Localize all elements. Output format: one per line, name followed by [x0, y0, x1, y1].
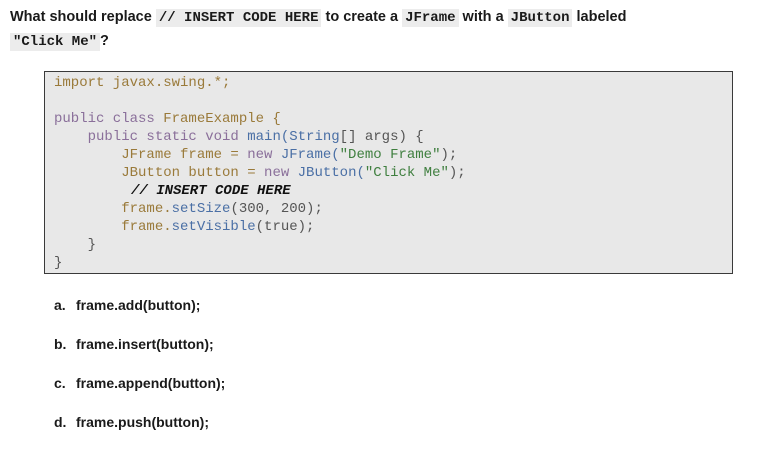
string-type: String: [289, 129, 340, 145]
code-line-5: JButton button = new JButton("Click Me")…: [54, 164, 466, 182]
option-text: frame.push(button);: [76, 414, 209, 430]
code-line-2: public class FrameExample {: [54, 110, 281, 128]
jbutton-decl: JButton button =: [54, 165, 265, 181]
jframe-constructor: JFrame(: [280, 147, 340, 163]
code-line-7: frame.setSize(300, 200);: [54, 200, 323, 218]
option-letter: c.: [54, 375, 66, 391]
option-letter: a.: [54, 297, 66, 313]
question-mid2: with a: [462, 9, 504, 25]
frame-ref: frame.: [54, 201, 172, 217]
code-chip-jbutton: JButton: [507, 9, 573, 27]
code-chip-jframe: JFrame: [402, 9, 459, 27]
code-line-6: // INSERT CODE HERE: [131, 182, 291, 200]
question-mid1: to create a: [325, 9, 399, 25]
statement-end: );: [448, 165, 466, 181]
class-close-brace: }: [54, 255, 63, 271]
import-statement: import javax.swing.*;: [54, 75, 231, 91]
code-line-10: }: [54, 254, 62, 272]
code-block: import javax.swing.*; public class Frame…: [44, 71, 733, 274]
method-modifiers: public static void: [54, 129, 248, 145]
option-text: frame.insert(button);: [76, 336, 214, 352]
setsize-args: (300, 200);: [230, 201, 323, 217]
option-text: frame.append(button);: [76, 375, 226, 391]
code-line-9: }: [54, 236, 96, 254]
setsize-method: setSize: [171, 201, 231, 217]
code-chip-insert: // INSERT CODE HERE: [155, 9, 322, 27]
option-a[interactable]: a. frame.add(button);: [54, 294, 225, 333]
answer-options: a. frame.add(button); b. frame.insert(butt…: [54, 294, 225, 450]
jframe-decl: JFrame frame =: [54, 147, 248, 163]
option-d[interactable]: d. frame.push(button);: [54, 411, 225, 450]
option-letter: d.: [54, 414, 67, 430]
code-line-4: JFrame frame = new JFrame("Demo Frame");: [54, 146, 457, 164]
question-prefix: What should replace: [10, 9, 152, 25]
setvisible-args: (true);: [255, 219, 315, 235]
class-keywords: public class: [54, 111, 164, 127]
method-params: [] args) {: [339, 129, 424, 145]
class-name: FrameExample {: [163, 111, 281, 127]
insert-code-comment: // INSERT CODE HERE: [131, 183, 291, 199]
code-chip-click-me: "Click Me": [10, 33, 101, 51]
method-close-brace: }: [54, 237, 97, 253]
option-text: frame.add(button);: [76, 297, 201, 313]
frame-title-string: "Demo Frame": [339, 147, 441, 163]
question-mark: ?: [100, 33, 109, 49]
option-b[interactable]: b. frame.insert(button);: [54, 333, 225, 372]
new-keyword: new: [264, 165, 298, 181]
question-suffix1: labeled: [576, 9, 627, 25]
setvisible-method: setVisible: [171, 219, 256, 235]
question-text: What should replace // INSERT CODE HERE …: [10, 6, 750, 54]
frame-ref: frame.: [54, 219, 172, 235]
code-line-8: frame.setVisible(true);: [54, 218, 314, 236]
code-line-3: public static void main(String[] args) {: [54, 128, 424, 146]
new-keyword: new: [247, 147, 281, 163]
jbutton-constructor: JButton(: [297, 165, 365, 181]
method-name: main(: [247, 129, 290, 145]
option-letter: b.: [54, 336, 67, 352]
button-label-string: "Click Me": [364, 165, 449, 181]
option-c[interactable]: c. frame.append(button);: [54, 372, 225, 411]
statement-end: );: [440, 147, 458, 163]
code-line-1: import javax.swing.*;: [54, 74, 230, 92]
